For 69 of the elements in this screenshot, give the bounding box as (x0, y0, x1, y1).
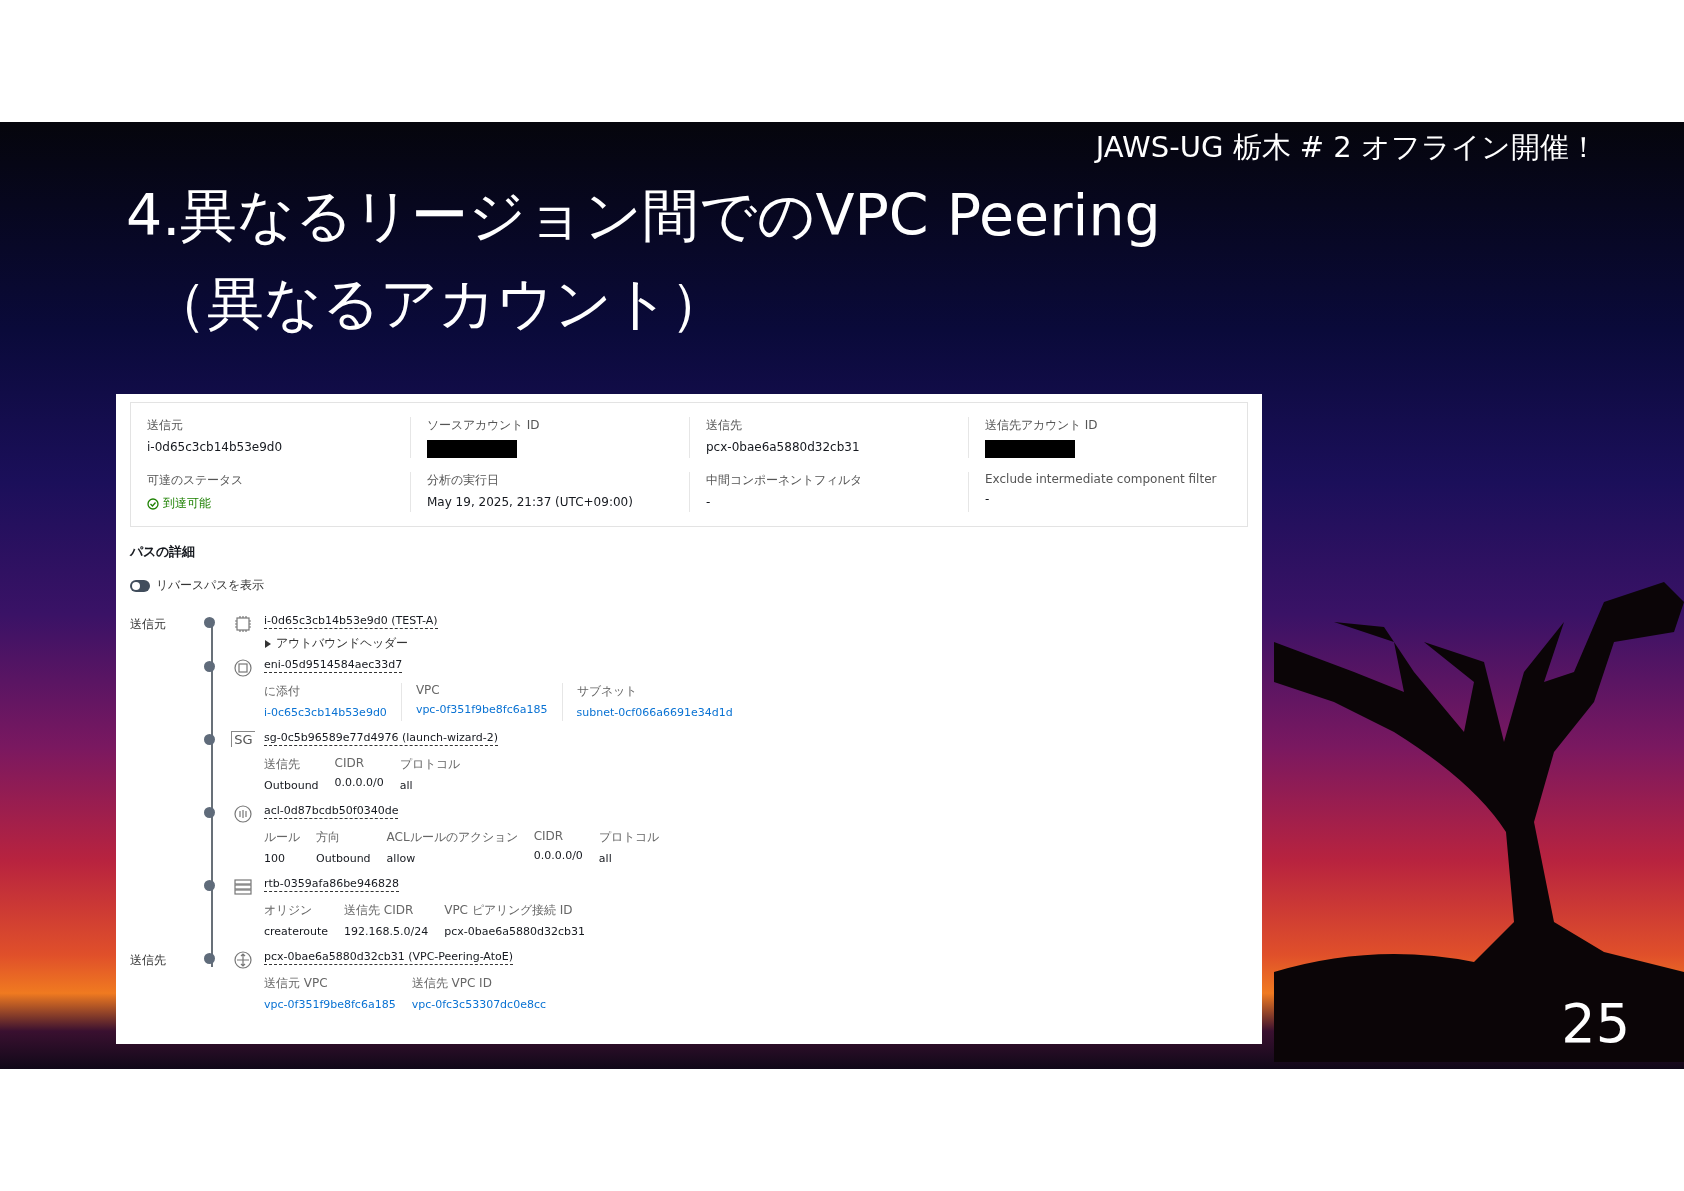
value-link[interactable]: i-0c65c3cb14b53e9d0 (264, 706, 387, 719)
field-label: 送信先アカウント ID (985, 417, 1099, 434)
step-side-label: 送信先 (130, 952, 167, 969)
field-label: ソースアカウント ID (427, 417, 541, 434)
section-heading: パスの詳細 (130, 543, 196, 561)
column-header: に添付 (264, 683, 301, 700)
status-value: 到達可能 (147, 495, 394, 512)
event-header: JAWS-UG 栃木 # 2 オフライン開催！ (1095, 129, 1598, 166)
resource-link[interactable]: pcx-0bae6a5880d32cb31 (VPC-Peering-AtoE) (264, 950, 513, 965)
column-value: createroute (264, 925, 328, 938)
column-value: Outbound (264, 779, 319, 792)
expander-toggle[interactable]: アウトバウンドヘッダー (264, 635, 408, 652)
column-header: VPC (415, 683, 441, 697)
field-label: 分析の実行日 (427, 472, 500, 489)
column-value: Outbound (316, 852, 371, 865)
column-header: プロトコル (399, 756, 460, 773)
column-header: 方向 (316, 829, 341, 846)
page-number: 25 (1561, 992, 1630, 1055)
field-value: i-0d65c3cb14b53e9d0 (147, 440, 284, 454)
network-interface-icon (233, 658, 253, 678)
column-header: 送信先 CIDR (344, 902, 415, 919)
toggle-switch[interactable] (130, 579, 150, 592)
field-value: pcx-0bae6a5880d32cb31 (706, 440, 861, 454)
column-value: all (399, 779, 414, 792)
value-link[interactable]: vpc-0f351f9be8fc6a185 (415, 703, 548, 716)
column-value: allow (386, 852, 417, 865)
column-value: 0.0.0.0/0 (533, 849, 583, 862)
column-header: VPC ピアリング接続 ID (444, 902, 574, 919)
column-value: 192.168.5.0/24 (344, 925, 429, 938)
column-header: 送信先 (264, 756, 301, 773)
field-label: 可達のステータス (147, 472, 244, 489)
peering-icon (233, 950, 253, 970)
column-value: 0.0.0.0/0 (334, 776, 384, 789)
column-value: 100 (264, 852, 286, 865)
check-circle-icon (147, 497, 159, 510)
field-value: - (985, 492, 991, 506)
column-header: 送信元 VPC (264, 975, 329, 992)
field-value: - (706, 495, 712, 509)
field-label: Exclude intermediate component filter (985, 472, 1218, 486)
resource-link[interactable]: sg-0c5b96589e77d4976 (launch-wizard-2) (264, 731, 499, 746)
column-header: プロトコル (598, 829, 659, 846)
resource-link[interactable]: rtb-0359afa86be946828 (264, 877, 399, 892)
field-label: 中間コンポーネントフィルタ (706, 472, 863, 489)
step-side-label: 送信元 (130, 616, 167, 633)
column-header: ルール (264, 829, 300, 846)
column-header: サブネット (576, 683, 638, 700)
column-header: ACLルールのアクション (386, 829, 518, 846)
column-header: CIDR (533, 829, 565, 843)
column-header: オリジン (264, 902, 313, 919)
slide-title: 4.異なるリージョン間でのVPC Peering (126, 181, 1162, 250)
value-link[interactable]: subnet-0cf066a6691e34d1d (576, 706, 733, 719)
resource-link[interactable]: eni-05d9514584aec33d7 (264, 658, 403, 673)
column-header: CIDR (334, 756, 366, 770)
resource-link[interactable]: i-0d65c3cb14b53e9d0 (TEST-A) (264, 614, 438, 629)
network-acl-icon (233, 804, 253, 824)
column-value: pcx-0bae6a5880d32cb31 (444, 925, 585, 938)
field-value: May 19, 2025, 21:37 (UTC+09:00) (427, 495, 634, 509)
value-link[interactable]: vpc-0f351f9be8fc6a185 (264, 998, 396, 1011)
column-value: all (598, 852, 613, 865)
toggle-label: リバースパスを表示 (156, 577, 264, 594)
field-label: 送信先 (706, 417, 743, 434)
field-label: 送信元 (147, 417, 184, 434)
column-header: 送信先 VPC ID (411, 975, 493, 992)
caret-icon (264, 639, 272, 648)
resource-link[interactable]: acl-0d87bcdb50f0340de (264, 804, 399, 819)
slide-subtitle: （異なるアカウント） (150, 269, 728, 338)
chip-icon (233, 614, 253, 634)
route-table-icon (233, 877, 253, 897)
value-link[interactable]: vpc-0fc3c53307dc0e8cc (411, 998, 546, 1011)
